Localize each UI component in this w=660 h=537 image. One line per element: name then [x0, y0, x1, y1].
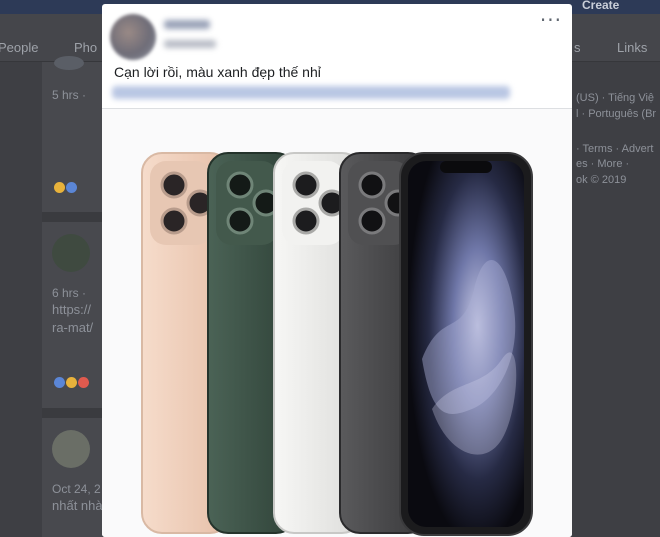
post-timestamp[interactable]: 5 hrs ·	[52, 88, 86, 102]
footer-links[interactable]: es · More ·	[576, 158, 629, 170]
footer-language-link[interactable]: l · Português (Br	[576, 108, 656, 120]
iphone-lineup-image	[141, 152, 533, 536]
author-name-blurred[interactable]	[164, 20, 210, 29]
post-link-text[interactable]: https://	[52, 302, 91, 317]
tab-links[interactable]: Links	[617, 40, 647, 55]
tab-people[interactable]: People	[0, 40, 38, 55]
post-text: nhất nhà	[52, 498, 103, 513]
post-link-text[interactable]: ra-mat/	[52, 320, 93, 335]
post-text: Cạn lời rồi, màu xanh đẹp thế nhỉ	[114, 64, 321, 80]
phone-front-display	[399, 152, 533, 536]
right-sidebar	[572, 62, 660, 537]
post-timestamp[interactable]: 6 hrs ·	[52, 286, 86, 300]
author-avatar[interactable]	[110, 14, 156, 60]
tab-more[interactable]: s	[574, 40, 581, 55]
more-options-icon[interactable]: ···	[540, 10, 562, 30]
footer-copyright: ok © 2019	[576, 174, 627, 186]
post-photo[interactable]	[102, 109, 572, 537]
footer-language-link[interactable]: (US) · Tiếng Việ	[576, 92, 654, 104]
post-meta-blurred	[164, 40, 216, 48]
post-link-blurred[interactable]	[112, 86, 510, 99]
avatar[interactable]	[52, 234, 90, 272]
tab-photos[interactable]: Pho	[74, 40, 97, 55]
feed-divider	[42, 212, 102, 222]
feed-divider	[42, 408, 102, 418]
post-timestamp[interactable]: Oct 24, 2	[52, 482, 101, 496]
reaction-icons[interactable]	[54, 377, 89, 388]
reaction-icons[interactable]	[54, 182, 77, 193]
footer-links[interactable]: · Terms · Advert	[576, 143, 653, 155]
create-button[interactable]: Create	[582, 0, 619, 12]
post-card: ··· Cạn lời rồi, màu xanh đẹp thế nhỉ	[102, 4, 572, 537]
avatar[interactable]	[52, 430, 90, 468]
avatar[interactable]	[54, 56, 84, 70]
